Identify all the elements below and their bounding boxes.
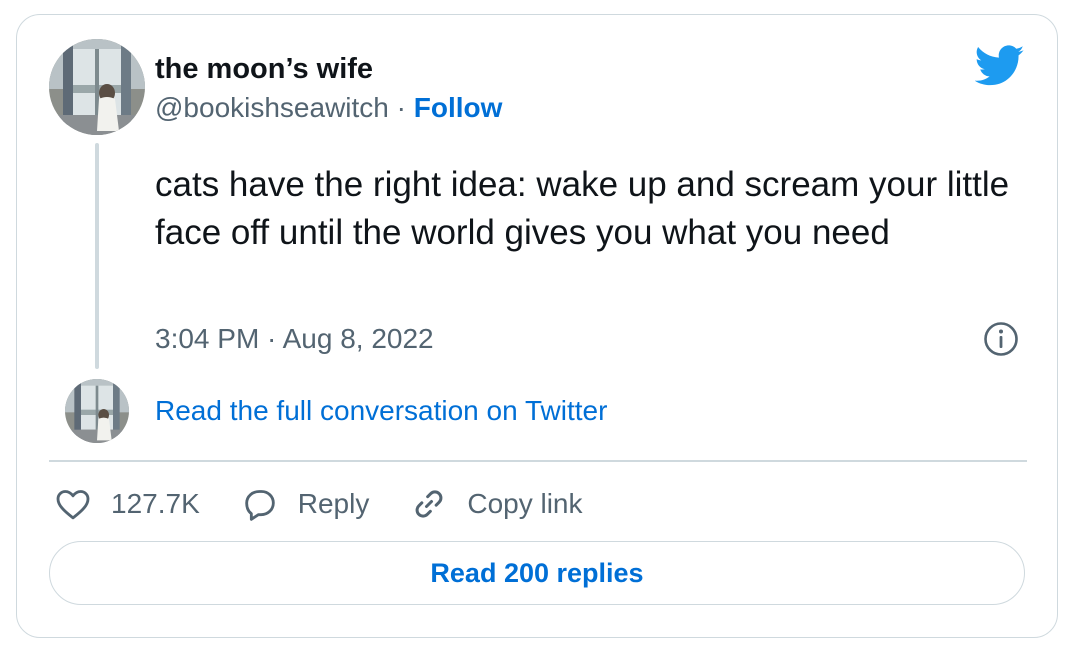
timestamp-link[interactable]: 3:04 PM · Aug 8, 2022 [155, 321, 434, 357]
avatar-small-image [65, 379, 129, 443]
follow-link[interactable]: Follow [414, 92, 503, 123]
reply-label: Reply [297, 488, 370, 519]
speech-bubble-icon [245, 490, 275, 521]
handle-separator: · [388, 92, 414, 123]
tweet-text: cats have the right idea: wake up and sc… [155, 165, 1010, 252]
avatar-small[interactable] [65, 379, 129, 443]
handle[interactable]: @bookishseawitch [155, 92, 389, 123]
copy-link-button[interactable]: Copy link [409, 484, 583, 524]
handle-row: @bookishseawitch · Follow [155, 90, 502, 126]
read-conversation-link[interactable]: Read the full conversation on Twitter [155, 393, 607, 429]
copy-link-label: Copy link [467, 488, 583, 519]
avatar[interactable] [49, 39, 145, 135]
like-count: 127.7K [111, 488, 200, 519]
reply-button[interactable]: Reply [240, 484, 370, 524]
divider [49, 460, 1027, 462]
display-name[interactable]: the moon’s wife [155, 51, 373, 87]
link-icon [415, 490, 443, 518]
read-replies-button[interactable]: Read 200 replies [49, 541, 1025, 605]
avatar-image [49, 39, 145, 135]
info-icon[interactable] [983, 321, 1019, 357]
thread-line [95, 143, 99, 369]
action-bar: 127.7K Reply Copy link [53, 482, 623, 526]
tweet-card: the moon’s wife @bookishseawitch · Follo… [16, 14, 1058, 638]
like-button[interactable]: 127.7K [53, 484, 200, 524]
heart-icon [56, 490, 90, 520]
twitter-bird-icon[interactable] [974, 45, 1025, 87]
